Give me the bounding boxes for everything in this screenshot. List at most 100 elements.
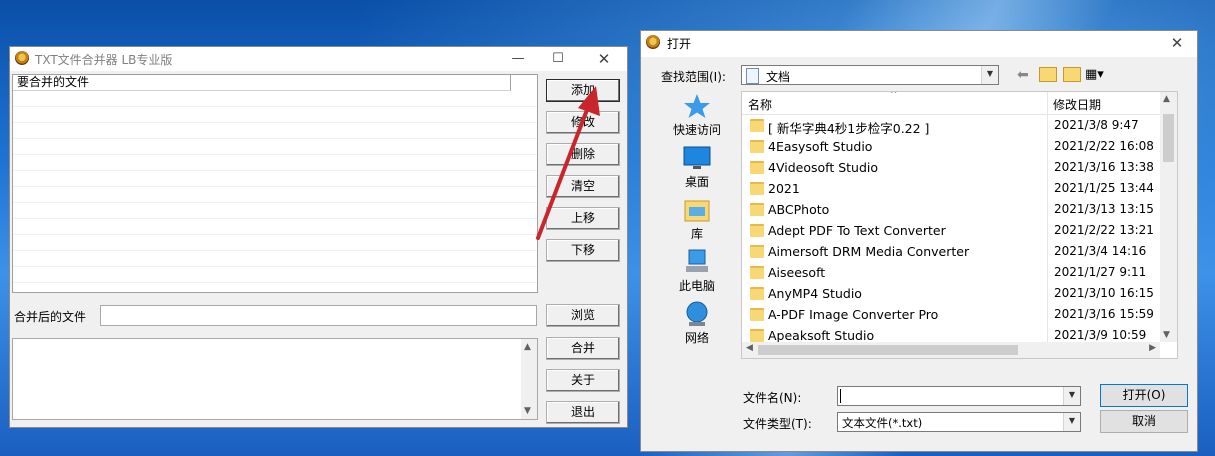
folder-icon	[750, 224, 764, 237]
list-item[interactable]: A-PDF Image Converter Pro 2021/3/16 15:59	[742, 304, 1162, 325]
folder-icon	[750, 329, 764, 342]
document-icon	[746, 68, 759, 84]
exit-button[interactable]: 退出	[546, 401, 620, 424]
chevron-down-icon[interactable]: ▼	[981, 66, 998, 84]
dialog-title-bar[interactable]: 打开 ✕	[641, 31, 1197, 57]
cancel-button[interactable]: 取消	[1100, 410, 1188, 433]
list-item[interactable]: [ 新华字典4秒1步检字0.22 ] 2021/3/8 9:47	[742, 115, 1162, 136]
folder-icon	[750, 140, 764, 153]
file-name: A-PDF Image Converter Pro	[768, 307, 939, 322]
folder-icon	[750, 287, 764, 300]
file-list-vscrollbar[interactable]: ▲ ▼	[1160, 92, 1177, 342]
file-list[interactable]: 名称 ^ 修改日期 [ 新华字典4秒1步检字0.22 ] 2021/3/8 9:4…	[741, 91, 1178, 359]
output-file-label: 合并后的文件	[14, 310, 87, 324]
lookin-value: 文档	[766, 70, 791, 84]
list-header[interactable]: 要合并的文件	[13, 75, 511, 91]
file-name: Aimersoft DRM Media Converter	[768, 244, 970, 259]
computer-icon	[686, 249, 708, 272]
place-this-pc[interactable]: 此电脑	[657, 249, 737, 294]
close-icon[interactable]: ✕	[584, 47, 624, 71]
scroll-down-icon[interactable]: ▼	[1163, 330, 1170, 340]
column-name[interactable]: 名称	[748, 96, 772, 113]
star-icon	[684, 94, 710, 118]
dialog-close-icon[interactable]: ✕	[1157, 31, 1197, 55]
log-scrollbar[interactable]: ▲ ▼	[521, 339, 537, 419]
file-modified-date: 2021/2/22 13:21	[1054, 223, 1154, 237]
lookin-label: 查找范围(I):	[661, 70, 726, 84]
output-file-input[interactable]	[100, 305, 537, 326]
file-name: 4Videosoft Studio	[768, 160, 879, 175]
list-item[interactable]: Adept PDF To Text Converter 2021/2/22 13:…	[742, 220, 1162, 241]
file-modified-date: 2021/2/22 16:08	[1054, 139, 1154, 153]
scroll-right-icon[interactable]: ▶	[1149, 343, 1156, 353]
file-name: Adept PDF To Text Converter	[768, 223, 946, 238]
back-icon[interactable]: ⬅	[1017, 67, 1029, 83]
list-item[interactable]: 4Easysoft Studio 2021/2/22 16:08	[742, 136, 1162, 157]
file-modified-date: 2021/3/13 13:15	[1054, 202, 1154, 216]
file-modified-date: 2021/3/16 13:38	[1054, 160, 1154, 174]
list-item[interactable]: 2021 2021/1/25 13:44	[742, 178, 1162, 199]
folder-icon	[750, 119, 764, 132]
merge-button[interactable]: 合并	[546, 337, 620, 360]
file-list-header: 名称 ^ 修改日期	[742, 92, 1177, 115]
new-folder-icon[interactable]	[1063, 67, 1081, 82]
file-name: 2021	[768, 181, 800, 196]
list-item[interactable]: Aiseesoft 2021/1/27 9:11	[742, 262, 1162, 283]
lookin-combo[interactable]: 文档 ▼	[741, 65, 999, 85]
title-bar[interactable]: TXT文件合并器 LB专业版 — ☐ ✕	[10, 47, 627, 71]
sort-up-icon: ^	[890, 91, 898, 100]
file-modified-date: 2021/3/10 16:15	[1054, 286, 1154, 300]
file-name: Aiseesoft	[768, 265, 826, 280]
filetype-combo[interactable]: 文本文件(*.txt) ▼	[837, 412, 1081, 432]
file-modified-date: 2021/3/4 14:16	[1054, 244, 1147, 258]
vscroll-thumb[interactable]	[1163, 114, 1174, 162]
dialog-title: 打开	[667, 37, 692, 51]
place-network[interactable]: 网络	[657, 301, 737, 346]
log-area[interactable]: ▲ ▼	[12, 338, 538, 420]
filename-input[interactable]: ▼	[837, 386, 1081, 406]
dialog-app-icon	[646, 35, 660, 49]
list-item[interactable]: ABCPhoto 2021/3/13 13:15	[742, 199, 1162, 220]
browse-button[interactable]: 浏览	[546, 304, 620, 327]
folder-icon	[750, 266, 764, 279]
window-title: TXT文件合并器 LB专业版	[35, 53, 173, 67]
text-cursor	[840, 389, 841, 403]
maximize-icon[interactable]: ☐	[538, 47, 578, 71]
file-modified-date: 2021/1/27 9:11	[1054, 265, 1147, 279]
file-modified-date: 2021/3/16 15:59	[1054, 307, 1154, 321]
hscroll-thumb[interactable]	[758, 345, 1018, 355]
scroll-up-icon[interactable]: ▲	[1163, 94, 1170, 104]
place-desktop[interactable]: 桌面	[657, 145, 737, 190]
place-quick-access[interactable]: 快速访问	[657, 93, 737, 138]
open-file-dialog: 打开 ✕ 查找范围(I): 文档 ▼ ⬅ ▦▾ 快速访问 桌面 库 此电脑 网络…	[640, 30, 1198, 452]
filetype-label: 文件类型(T):	[743, 417, 812, 431]
folder-icon	[750, 245, 764, 258]
minimize-icon[interactable]: —	[498, 47, 538, 71]
annotation-arrow-icon	[536, 86, 600, 240]
file-list-hscrollbar[interactable]: ◀ ▶	[742, 342, 1160, 358]
list-item[interactable]: 4Videosoft Studio 2021/3/16 13:38	[742, 157, 1162, 178]
scroll-down-icon[interactable]: ▼	[524, 406, 531, 416]
scroll-left-icon[interactable]: ◀	[746, 343, 753, 353]
scroll-up-icon[interactable]: ▲	[524, 342, 531, 352]
chevron-down-icon[interactable]: ▼	[1063, 413, 1080, 431]
filetype-value: 文本文件(*.txt)	[842, 416, 923, 430]
network-icon	[686, 301, 708, 326]
open-button[interactable]: 打开(O)	[1100, 384, 1188, 407]
list-item[interactable]: Aimersoft DRM Media Converter 2021/3/4 14…	[742, 241, 1162, 262]
desktop-icon	[683, 146, 711, 169]
files-to-merge-list[interactable]: 要合并的文件	[12, 74, 538, 293]
place-library[interactable]: 库	[657, 197, 737, 242]
view-menu-icon[interactable]: ▦▾	[1085, 67, 1104, 82]
chevron-down-icon[interactable]: ▼	[1063, 387, 1080, 405]
file-modified-date: 2021/1/25 13:44	[1054, 181, 1154, 195]
folder-icon	[750, 308, 764, 321]
list-item[interactable]: AnyMP4 Studio 2021/3/10 16:15	[742, 283, 1162, 304]
column-modified[interactable]: 修改日期	[1053, 96, 1101, 113]
folder-icon	[750, 161, 764, 174]
file-name: AnyMP4 Studio	[768, 286, 862, 301]
up-folder-icon[interactable]	[1039, 67, 1057, 82]
file-modified-date: 2021/3/8 9:47	[1054, 118, 1139, 132]
file-name: Apeaksoft Studio	[768, 328, 875, 343]
about-button[interactable]: 关于	[546, 369, 620, 392]
